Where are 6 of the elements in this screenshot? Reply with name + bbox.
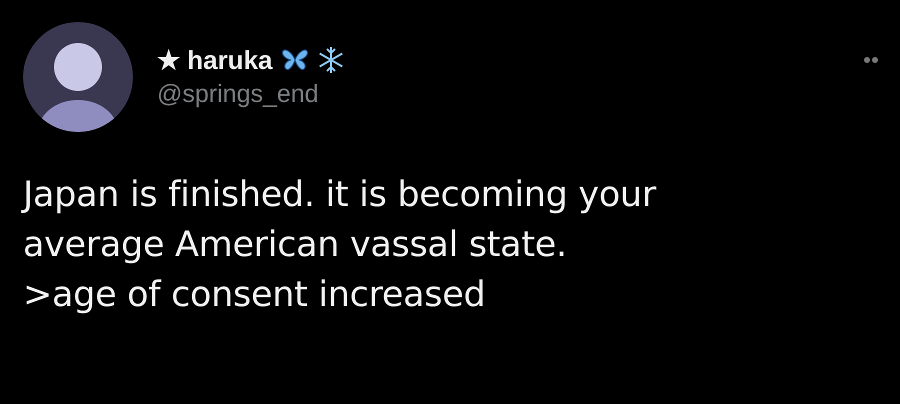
more-icon[interactable] [864,56,878,64]
display-name[interactable]: ★ haruka [157,46,272,75]
snowflake-icon [316,46,344,74]
username[interactable]: @springs_end [157,78,878,109]
tweet-text: Japan is finished. it is becoming your average American vassal state. >age of consent increased [23,174,658,317]
butterfly-icon [280,48,308,72]
